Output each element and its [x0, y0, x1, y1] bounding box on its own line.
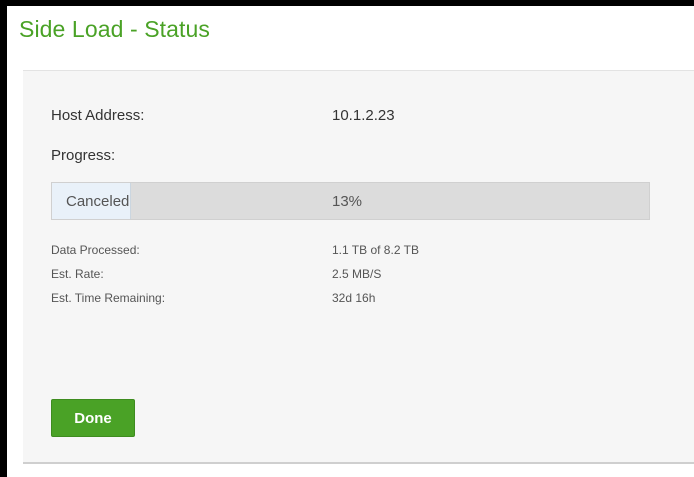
host-address-label: Host Address:	[51, 107, 145, 124]
est-rate-label: Est. Rate:	[51, 267, 104, 281]
host-address-value: 10.1.2.23	[332, 107, 395, 124]
progress-bar: Canceled 13%	[51, 182, 650, 220]
window-frame-top	[0, 0, 694, 6]
done-button[interactable]: Done	[51, 399, 135, 437]
progress-percent-text: 13%	[332, 193, 363, 210]
progress-status-text: Canceled	[66, 193, 130, 210]
data-processed-value: 1.1 TB of 8.2 TB	[332, 243, 419, 257]
est-time-remaining-label: Est. Time Remaining:	[51, 291, 166, 305]
data-processed-label: Data Processed:	[51, 243, 140, 257]
est-time-remaining-value: 32d 16h	[332, 291, 376, 305]
est-rate-value: 2.5 MB/S	[332, 267, 382, 281]
window-frame-left	[0, 0, 7, 477]
status-panel: Host Address: 10.1.2.23 Progress: Cancel…	[23, 70, 694, 464]
progress-label: Progress:	[51, 147, 116, 164]
dialog-title: Side Load - Status	[19, 16, 211, 42]
